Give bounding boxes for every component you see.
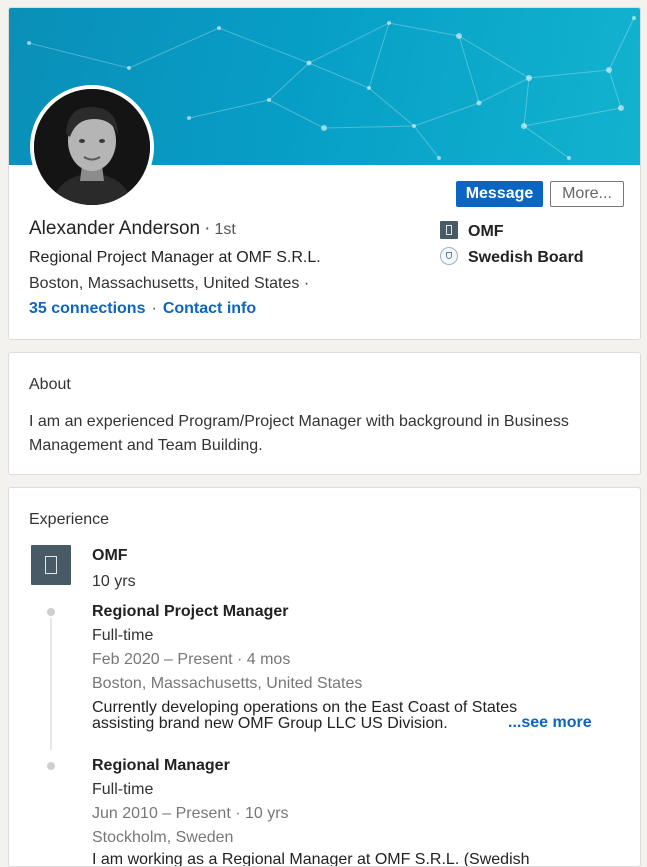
experience-title: Experience — [29, 511, 110, 528]
profile-card: Message More... Alexander Anderson · 1st R… — [8, 7, 641, 340]
timeline-dot — [47, 608, 55, 616]
org-omf[interactable]: OMF — [440, 221, 504, 241]
role-type: Full-time — [92, 627, 154, 644]
profile-headline: Regional Project Manager at OMF S.R.L. — [29, 249, 321, 266]
building-icon — [440, 221, 458, 239]
about-text: I am an experienced Program/Project Mana… — [29, 413, 569, 454]
role-type: Full-time — [92, 781, 154, 798]
role-description: Currently developing operations on the E… — [92, 700, 518, 732]
role-title: Regional Manager — [92, 757, 230, 774]
org-name: Swedish Board — [468, 249, 584, 266]
about-title: About — [29, 376, 71, 393]
timeline-line — [50, 618, 52, 750]
company-building-icon[interactable] — [31, 545, 71, 585]
message-button[interactable]: Message — [456, 181, 543, 207]
see-more-link[interactable]: ...see more — [502, 714, 592, 732]
profile-links: 35 connections · Contact info — [29, 300, 256, 318]
connection-degree: 1st — [214, 221, 236, 238]
role-dates: Feb 2020 – Present · 4 mos — [92, 651, 291, 668]
avatar-photo — [34, 89, 150, 205]
contact-info-link[interactable]: Contact info — [163, 300, 256, 317]
more-button[interactable]: More... — [550, 181, 624, 207]
role-dates: Jun 2010 – Present · 10 yrs — [92, 805, 289, 822]
company-duration: 10 yrs — [92, 573, 136, 590]
role-location: Stockholm, Sweden — [92, 829, 234, 846]
separator-dot: · — [303, 275, 310, 292]
role-description: I am working as a Regional Manager at OM… — [92, 852, 530, 866]
separator-dot: · — [204, 218, 211, 239]
about-card: About I am an experienced Program/Projec… — [8, 352, 641, 475]
org-name: OMF — [468, 223, 504, 240]
company-name[interactable]: OMF — [92, 547, 128, 565]
profile-location: Boston, Massachusetts, United States — [29, 275, 300, 292]
timeline-dot — [47, 762, 55, 770]
separator-dot: · — [151, 300, 157, 317]
crest-icon — [440, 247, 458, 265]
org-swedish-board[interactable]: Swedish Board — [440, 247, 584, 267]
experience-card: Experience OMF 10 yrs Regional Project M… — [8, 487, 641, 867]
role-title: Regional Project Manager — [92, 603, 289, 620]
profile-avatar[interactable] — [30, 85, 154, 209]
profile-name: Alexander Anderson — [29, 218, 201, 239]
profile-location-line: Boston, Massachusetts, United States · — [29, 275, 309, 293]
profile-name-line: Alexander Anderson · 1st — [29, 218, 236, 240]
role-location: Boston, Massachusetts, United States — [92, 675, 363, 692]
connections-link[interactable]: 35 connections — [29, 300, 145, 317]
